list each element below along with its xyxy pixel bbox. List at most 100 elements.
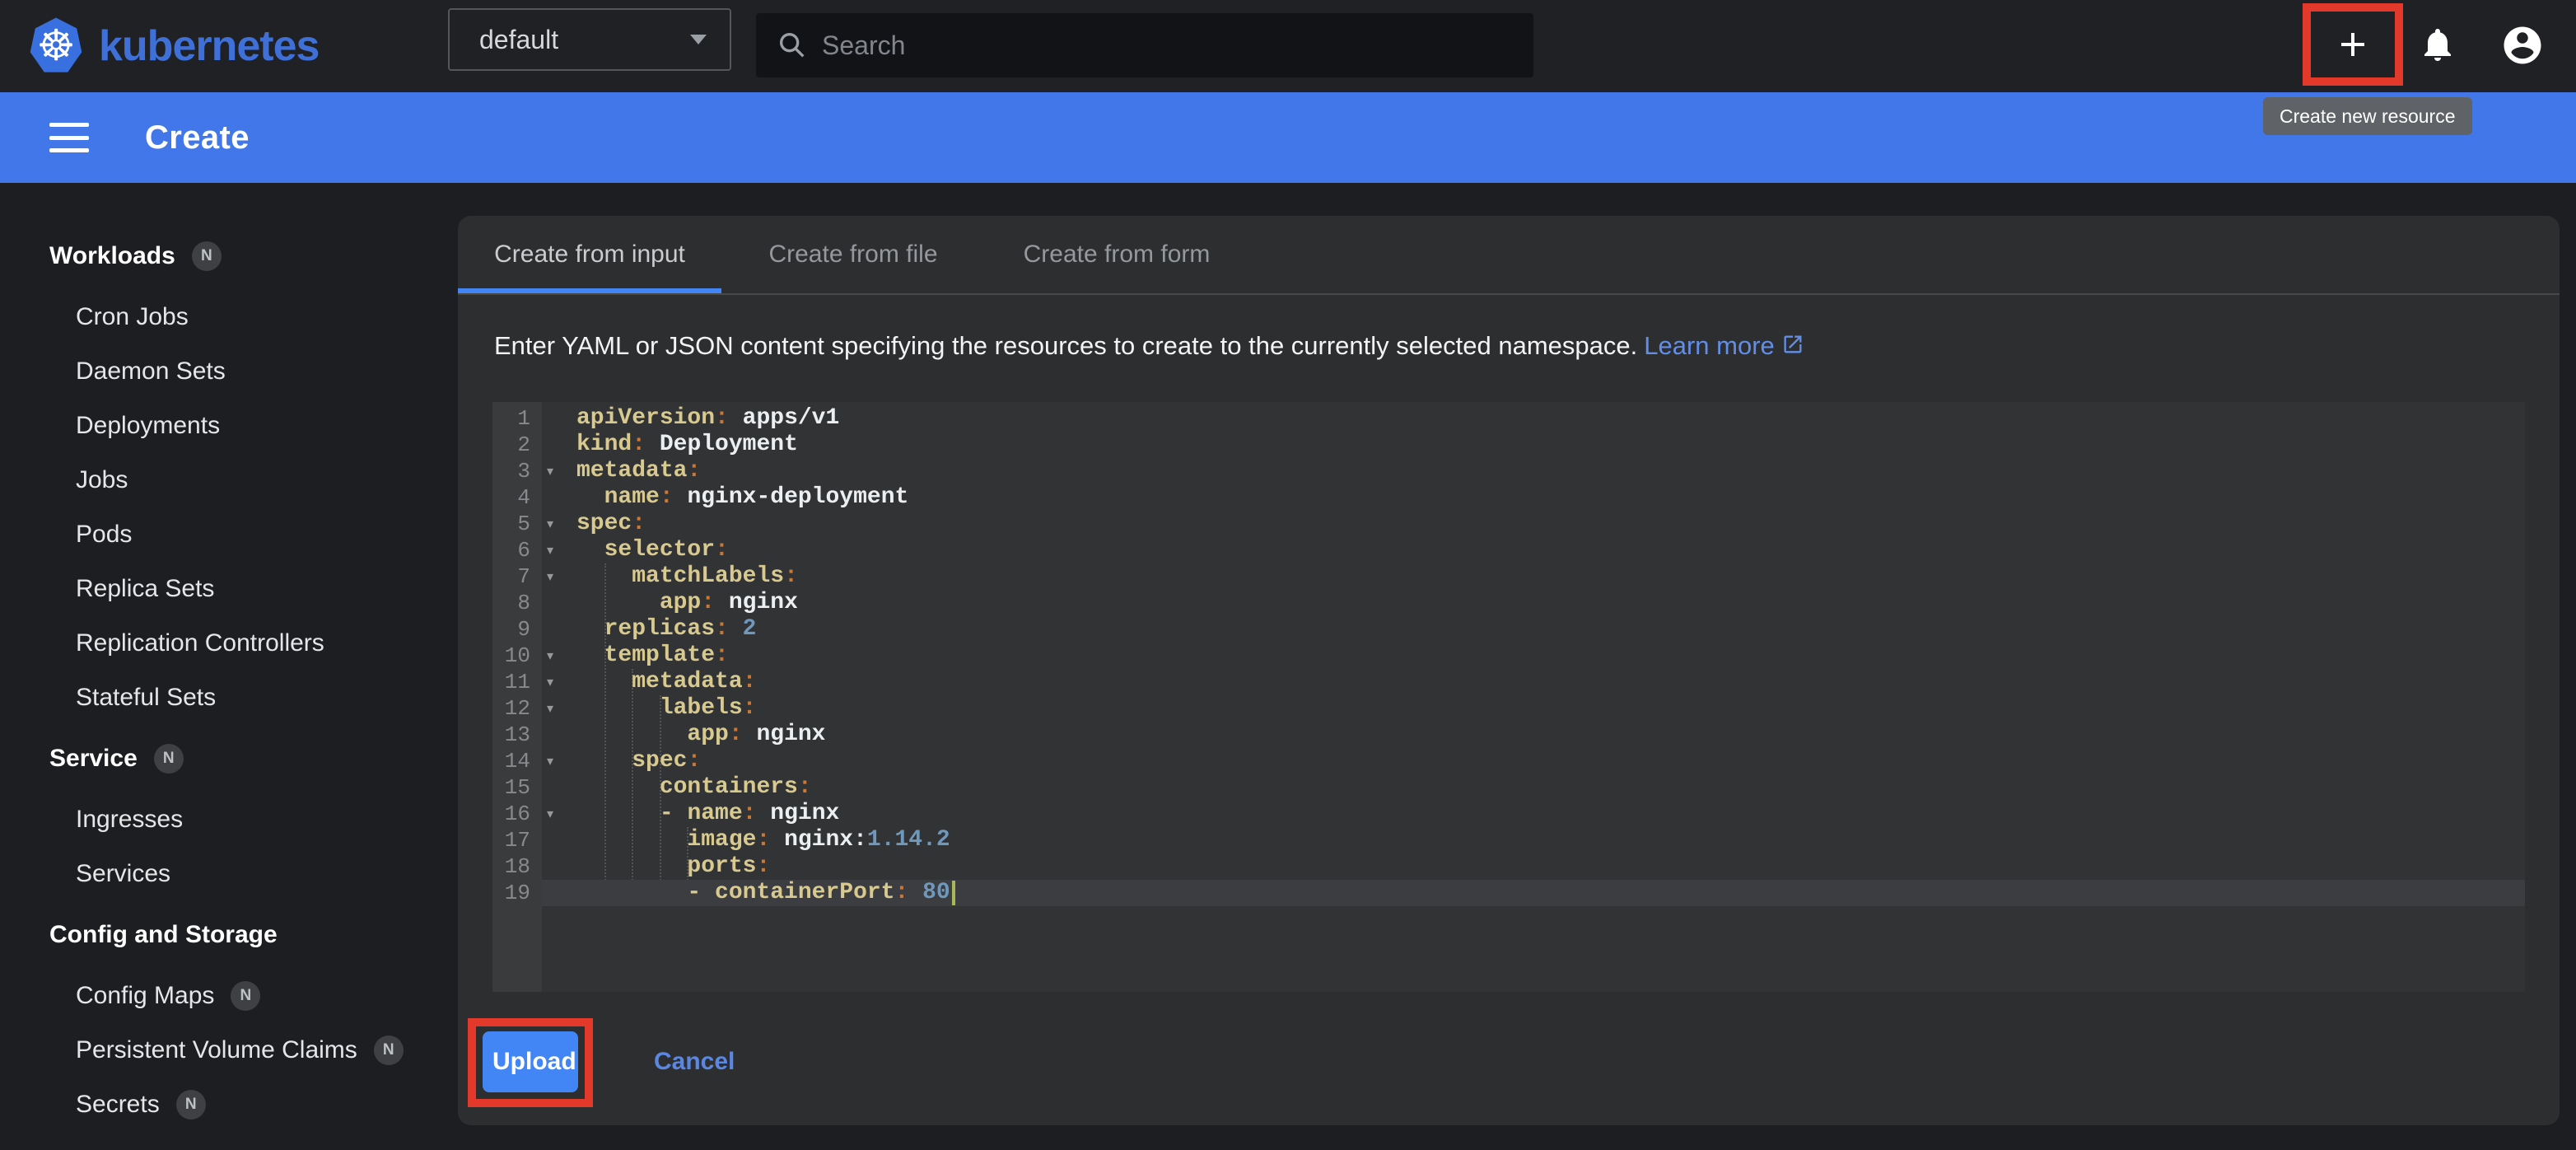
- item-label: Persistent Volume Claims: [76, 1036, 357, 1064]
- sidebar-item-daemon-sets[interactable]: Daemon Sets: [0, 344, 458, 399]
- code-line-10: template:: [542, 643, 2525, 669]
- item-label: Secrets: [76, 1091, 160, 1119]
- item-label: Cron Jobs: [76, 303, 189, 331]
- new-badge: N: [231, 981, 260, 1011]
- notifications-button[interactable]: [2418, 25, 2457, 70]
- code-line-3: metadata:: [542, 458, 2525, 484]
- code-line-16: - name: nginx: [542, 801, 2525, 827]
- editor-code[interactable]: apiVersion: apps/v1kind: Deploymentmetad…: [542, 402, 2525, 992]
- upload-button[interactable]: Upload: [483, 1031, 578, 1092]
- menu-button[interactable]: [49, 123, 89, 152]
- annotation-box-create-button: [2303, 3, 2403, 86]
- editor-instructions: Enter YAML or JSON content specifying th…: [494, 328, 1804, 364]
- code-line-8: app: nginx: [542, 590, 2525, 616]
- text-cursor: [952, 881, 955, 905]
- gutter-line-5: 5▾: [492, 511, 542, 537]
- chevron-down-icon: [690, 35, 707, 44]
- gutter-line-12: 12▾: [492, 695, 542, 722]
- editor-gutter: 123▾45▾6▾7▾8910▾11▾12▾1314▾1516▾171819: [492, 402, 542, 992]
- search-bar[interactable]: [756, 13, 1533, 77]
- code-line-19: - containerPort: 80: [542, 880, 2525, 906]
- group-label: Config and Storage: [49, 921, 278, 949]
- gutter-line-16: 16▾: [492, 801, 542, 827]
- sidebar-item-pods[interactable]: Pods: [0, 507, 458, 562]
- sidebar-group-workloads[interactable]: Workloads N: [0, 229, 458, 283]
- sidebar-item-cron-jobs[interactable]: Cron Jobs: [0, 290, 458, 344]
- new-badge: N: [192, 241, 222, 271]
- code-line-5: spec:: [542, 511, 2525, 537]
- search-icon: [776, 29, 809, 62]
- new-badge: N: [154, 744, 184, 774]
- new-badge: N: [374, 1035, 404, 1065]
- code-line-7: matchLabels:: [542, 563, 2525, 590]
- tab-create-from-input[interactable]: Create from input: [458, 216, 721, 293]
- app-bar: Create: [0, 92, 2576, 183]
- kubernetes-dashboard: ☸ kubernetes default Create: [0, 0, 2576, 1150]
- sidebar-item-replica-sets[interactable]: Replica Sets: [0, 562, 458, 616]
- sidebar-item-replication-controllers[interactable]: Replication Controllers: [0, 616, 458, 671]
- code-line-9: replicas: 2: [542, 616, 2525, 643]
- search-input[interactable]: [819, 29, 1514, 63]
- sidebar-item-secrets[interactable]: SecretsN: [0, 1078, 458, 1132]
- item-label: Daemon Sets: [76, 358, 226, 386]
- code-line-1: apiVersion: apps/v1: [542, 405, 2525, 432]
- kubernetes-logo-icon: ☸: [28, 16, 84, 76]
- code-line-12: labels:: [542, 695, 2525, 722]
- open-in-new-icon: [1781, 333, 1804, 356]
- account-button[interactable]: [2500, 23, 2545, 73]
- code-line-17: image: nginx:1.14.2: [542, 827, 2525, 853]
- sidebar-item-deployments[interactable]: Deployments: [0, 399, 458, 453]
- gutter-line-11: 11▾: [492, 669, 542, 695]
- gutter-line-8: 8: [492, 590, 542, 616]
- gutter-line-1: 1: [492, 405, 542, 432]
- sidebar-group-service[interactable]: Service N: [0, 732, 458, 786]
- tab-bar: Create from inputCreate from fileCreate …: [458, 216, 2560, 295]
- content-panel: Create from inputCreate from fileCreate …: [458, 216, 2560, 1125]
- brand[interactable]: ☸ kubernetes: [28, 0, 319, 92]
- code-line-6: selector:: [542, 537, 2525, 563]
- namespace-value: default: [479, 25, 690, 55]
- create-tooltip: Create new resource: [2263, 97, 2472, 135]
- group-label: Service: [49, 745, 138, 773]
- sidebar-item-stateful-sets[interactable]: Stateful Sets: [0, 671, 458, 725]
- code-line-15: containers:: [542, 774, 2525, 801]
- gutter-line-9: 9: [492, 616, 542, 643]
- code-line-2: kind: Deployment: [542, 432, 2525, 458]
- gutter-line-15: 15: [492, 774, 542, 801]
- item-label: Pods: [76, 521, 132, 549]
- create-new-resource-button[interactable]: [2322, 13, 2384, 76]
- gutter-line-13: 13: [492, 722, 542, 748]
- item-label: Replica Sets: [76, 575, 214, 603]
- item-label: Jobs: [76, 466, 128, 494]
- item-label: Deployments: [76, 412, 220, 440]
- brand-title: kubernetes: [99, 21, 319, 71]
- sidebar-item-ingresses[interactable]: Ingresses: [0, 792, 458, 847]
- group-label: Workloads: [49, 242, 175, 270]
- tab-create-from-file[interactable]: Create from file: [721, 216, 985, 293]
- sidebar-group-config-and-storage[interactable]: Config and Storage: [0, 908, 458, 962]
- top-header: ☸ kubernetes default: [0, 0, 2576, 92]
- gutter-line-6: 6▾: [492, 537, 542, 563]
- sidebar-item-jobs[interactable]: Jobs: [0, 453, 458, 507]
- gutter-line-19: 19: [492, 880, 542, 906]
- page-title: Create: [145, 119, 250, 157]
- gutter-line-2: 2: [492, 432, 542, 458]
- namespace-selector[interactable]: default: [448, 8, 731, 71]
- cancel-button[interactable]: Cancel: [654, 1031, 735, 1092]
- yaml-editor[interactable]: 123▾45▾6▾7▾8910▾11▾12▾1314▾1516▾171819 a…: [492, 402, 2525, 992]
- sidebar-item-persistent-volume-claims[interactable]: Persistent Volume Claims N: [0, 1023, 458, 1078]
- item-label: Services: [76, 860, 170, 888]
- sidebar-item-services[interactable]: Services: [0, 847, 458, 901]
- sidebar-item-config-maps[interactable]: Config MapsN: [0, 969, 458, 1023]
- code-line-11: metadata:: [542, 669, 2525, 695]
- item-label: Stateful Sets: [76, 684, 216, 712]
- code-line-14: spec:: [542, 748, 2525, 774]
- learn-more-link[interactable]: Learn more: [1644, 331, 1804, 360]
- code-line-18: ports:: [542, 853, 2525, 880]
- gutter-line-10: 10▾: [492, 643, 542, 669]
- gutter-line-4: 4: [492, 484, 542, 511]
- item-label: Ingresses: [76, 806, 183, 834]
- tab-create-from-form[interactable]: Create from form: [985, 216, 1248, 293]
- gutter-line-18: 18: [492, 853, 542, 880]
- gutter-line-7: 7▾: [492, 563, 542, 590]
